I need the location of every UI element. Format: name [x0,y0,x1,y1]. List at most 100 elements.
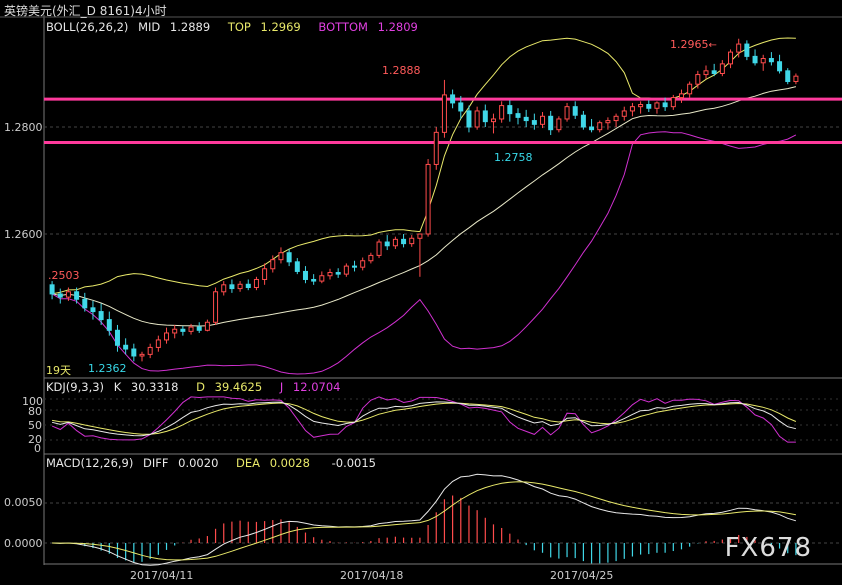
candle-body [425,163,431,235]
date-tick-3: 2017/04/25 [550,569,614,582]
candle-body [441,94,447,133]
boll-name: BOLL(26,26,2) [46,20,129,34]
candle-body [360,260,366,268]
candle-body [605,120,611,124]
boll-top-value: 1.2969 [260,20,301,34]
candle-body [221,284,227,293]
candle-body [155,339,161,348]
candle-body [629,106,635,112]
macd-info: MACD(12,26,9) DIFF 0.0020 DEA 0.0028 -0.… [46,456,376,470]
candle-body [556,118,562,131]
candle-body [678,93,684,99]
candle-body [499,105,505,120]
candle-body [458,102,464,112]
candle-body [376,241,382,256]
candle-body [580,114,586,128]
candle-body [777,61,783,72]
candle-body [139,353,145,357]
candle-body [65,291,71,298]
candle-body [278,252,284,261]
candle-body [768,58,774,63]
candle-body [613,115,619,122]
period-label: 19天 [46,364,71,377]
high-price-label: 1.2965← [670,38,717,51]
candle-body [728,51,734,65]
price-tick-1: 1.2800 [4,121,43,134]
candle-body [482,110,488,123]
candle-body [188,326,194,332]
kdj-tick-0: 0 [34,442,41,455]
candle-body [670,97,676,108]
kdj-j-value: 12.0704 [292,380,341,394]
kdj-d-line [52,402,797,435]
candle-body [695,74,701,85]
fx678-logo: FX678 [724,533,812,563]
candle-body [572,106,578,116]
boll-info: BOLL(26,26,2) MID 1.2889 TOP 1.2969 BOTT… [46,20,418,34]
kdj-tick-80: 80 [28,405,42,418]
kdj-d-label: D [196,380,205,394]
candle-body [752,55,758,64]
candle-body [90,307,96,313]
candle-body [597,122,603,131]
kdj-info: KDJ(9,3,3) K 30.3318 D 39.4625 J 12.0704 [46,380,340,394]
candle-body [548,115,554,131]
candle-body [343,265,349,275]
candle-body [392,238,398,247]
candle-body [638,104,644,108]
macd-hist-value: -0.0015 [331,456,376,470]
candle-body [401,238,407,245]
candle-body [368,254,374,262]
candle-body [417,233,423,239]
boll-bottom-line [51,131,797,375]
candle-body [164,332,170,341]
candle-body [172,328,178,334]
candle-body [262,268,268,280]
macd-dea-line [52,481,796,561]
chart-canvas[interactable] [0,0,842,585]
candle-body [213,291,219,323]
candle-body [589,126,595,131]
support-price-label: 1.2758 [494,151,533,164]
candle-body [98,311,104,321]
date-tick-1: 2017/04/11 [130,569,194,582]
candle-body [760,58,766,64]
candle-body [253,278,259,289]
candle-body [687,83,693,95]
candle-body [646,104,652,109]
macd-diff-line [52,473,797,566]
candle-body [82,298,88,309]
candle-body [654,102,660,109]
candle-body [294,261,300,272]
kdj-k-label: K [113,380,122,394]
candle-body [711,70,717,74]
candle-body [736,43,742,53]
macd-tick-2: 0.0000 [4,537,43,550]
candle-body [719,63,725,74]
macd-dea-label: DEA [236,456,261,470]
candle-body [319,275,325,282]
candle-body [474,110,480,128]
candle-body [286,252,292,263]
boll-mid-value: 1.2889 [169,20,211,34]
spike-price-label: 1.2888 [382,64,421,77]
boll-top-label: TOP [227,20,251,34]
boll-mid-label: MID [138,20,161,34]
candle-body [229,284,235,290]
candle-body [564,106,570,120]
candle-body [311,278,317,282]
candle-body [450,94,456,104]
candle-body [409,237,415,245]
boll-top-line [52,37,796,295]
candle-body [540,115,546,125]
macd-name: MACD(12,26,9) [46,456,134,470]
kdj-k-value: 30.3318 [130,380,179,394]
candle-body [662,102,668,108]
candle-body [204,321,210,331]
candle-body [793,75,799,83]
kdj-k-line [51,401,797,437]
candle-body [147,346,153,355]
left-price-label: .2503 [48,269,80,282]
candle-body [123,344,129,350]
macd-diff-label: DIFF [143,456,169,470]
